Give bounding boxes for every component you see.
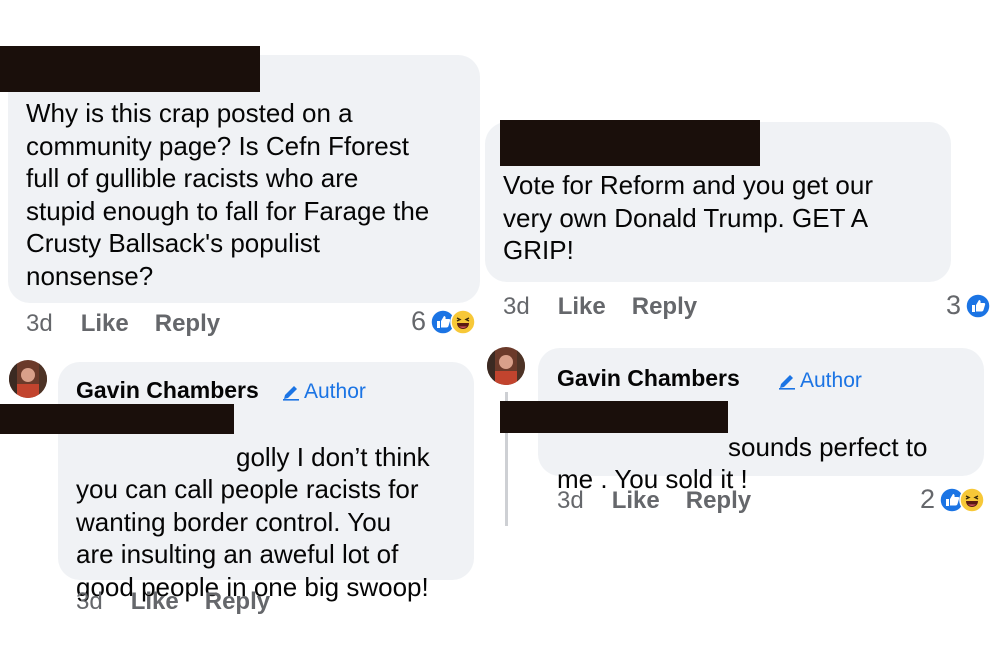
like-button[interactable]: Like (81, 310, 129, 338)
reply-text-content: golly I don’t think you can call people … (76, 441, 430, 602)
reply-timestamp: 3d (76, 588, 103, 615)
avatar[interactable] (487, 347, 525, 385)
reaction-count: 2 (920, 484, 936, 514)
reply-button[interactable]: Reply (155, 310, 220, 338)
reply-text: sounds perfect to me . You sold it ! (557, 398, 977, 496)
comment-actions: 3d Like Reply (503, 293, 723, 321)
reaction-count: 6 (411, 306, 427, 336)
like-button[interactable]: Like (131, 588, 179, 616)
comment-text: Vote for Reform and you get our very own… (503, 170, 873, 265)
avatar[interactable] (9, 360, 47, 398)
comment-actions: 3d Like Reply (26, 310, 246, 338)
reply-button[interactable]: Reply (205, 588, 270, 616)
redacted-commenter-name (500, 120, 760, 166)
reaction-summary[interactable]: 6 (411, 306, 476, 337)
reply-actions: 3d Like Reply (76, 588, 296, 616)
author-badge-label: Author (304, 380, 366, 403)
reply-author-name[interactable]: Gavin Chambers (557, 365, 740, 392)
reply-actions: 3d Like Reply (557, 487, 777, 515)
pencil-icon (283, 386, 299, 401)
like-button[interactable]: Like (612, 487, 660, 515)
author-badge-label: Author (800, 369, 862, 392)
pencil-icon (779, 375, 795, 390)
like-button[interactable]: Like (558, 293, 606, 321)
reaction-count: 3 (946, 290, 962, 320)
reply-text-content: sounds perfect to me . You sold it ! (557, 431, 928, 495)
reply-text: golly I don’t think you can call people … (76, 408, 476, 603)
reaction-summary[interactable]: 2 (920, 484, 985, 515)
haha-reaction-icon (450, 308, 476, 335)
reply-button[interactable]: Reply (686, 487, 751, 515)
comment-text: Why is this crap posted on a community p… (26, 98, 430, 291)
comment-timestamp: 3d (26, 310, 53, 337)
reply-author-name[interactable]: Gavin Chambers (76, 377, 259, 404)
author-badge: Author (778, 369, 862, 393)
haha-reaction-icon (959, 486, 985, 513)
comment-timestamp: 3d (503, 293, 530, 320)
author-badge: Author (282, 380, 366, 404)
reaction-summary[interactable]: 3 (946, 290, 991, 321)
redacted-commenter-name (0, 46, 260, 92)
like-reaction-icon (965, 292, 991, 319)
reply-timestamp: 3d (557, 487, 584, 514)
reply-button[interactable]: Reply (632, 293, 697, 321)
